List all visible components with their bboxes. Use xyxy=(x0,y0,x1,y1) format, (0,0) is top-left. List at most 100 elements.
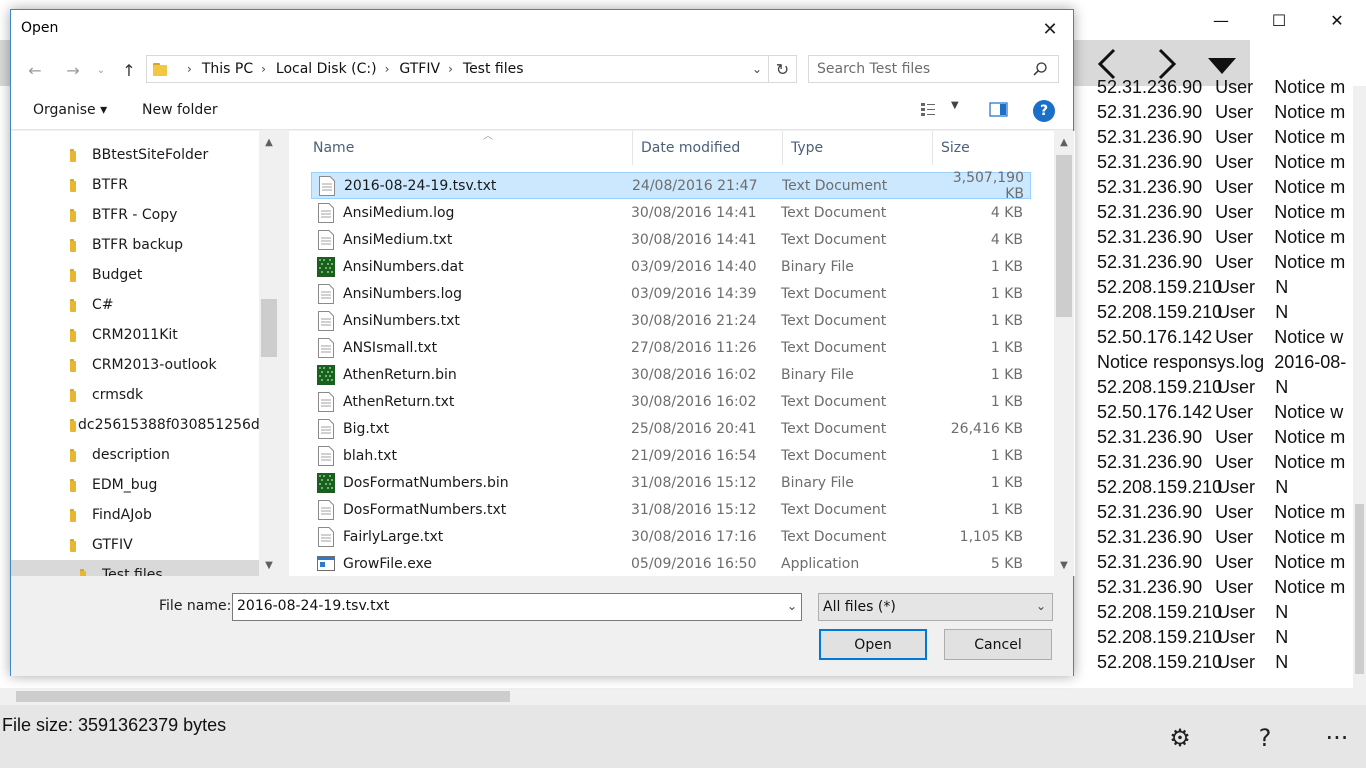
tree-item[interactable]: BTFR backup xyxy=(11,230,261,260)
more-icon[interactable]: ··· xyxy=(1322,723,1352,753)
breadcrumb-separator-icon[interactable]: › xyxy=(448,62,453,76)
chevron-down-icon[interactable]: ⌄ xyxy=(752,62,762,76)
tree-item[interactable]: GTFIV xyxy=(11,530,261,560)
scroll-up-icon[interactable]: ▲ xyxy=(259,133,279,151)
tree-item[interactable]: Test files xyxy=(11,560,261,576)
cancel-button[interactable]: Cancel xyxy=(944,629,1052,660)
close-button[interactable]: ✕ xyxy=(1308,0,1366,40)
address-bar[interactable]: › This PC › Local Disk (C:) › GTFIV › Test file… xyxy=(146,55,797,83)
open-button[interactable]: Open xyxy=(819,629,927,660)
nav-pane-scrollbar[interactable]: ▲ ▼ xyxy=(259,131,279,576)
log-cell: Notice m xyxy=(1274,127,1346,147)
scroll-thumb[interactable] xyxy=(16,691,510,702)
tree-item[interactable]: FindAJob xyxy=(11,500,261,530)
file-size-cell: 1 KB xyxy=(990,258,1023,275)
file-row[interactable]: AnsiMedium.log 30/08/2016 14:41 Text Docum… xyxy=(311,199,1031,226)
refresh-icon[interactable]: ↻ xyxy=(768,56,796,82)
log-line: 52.50.176.142 User Notice w xyxy=(1097,327,1353,352)
scroll-thumb[interactable] xyxy=(261,299,277,357)
new-folder-button[interactable]: New folder xyxy=(142,102,218,118)
close-icon[interactable]: ✕ xyxy=(1027,10,1073,48)
breadcrumb-item[interactable]: Local Disk (C:) xyxy=(276,61,377,77)
log-cell: User xyxy=(1215,152,1254,172)
forward-button[interactable]: → xyxy=(61,58,85,82)
view-dropdown-icon[interactable]: ▼ xyxy=(951,100,959,111)
file-row[interactable]: AnsiNumbers.txt 30/08/2016 21:24 Text Docu… xyxy=(311,307,1031,334)
file-row[interactable]: blah.txt 21/09/2016 16:54 Text Document 1 K… xyxy=(311,442,1031,469)
log-cell: Notice m xyxy=(1274,252,1346,272)
column-header-date[interactable]: Date modified xyxy=(633,131,783,165)
file-list-scrollbar[interactable]: ▲ ▼ xyxy=(1054,131,1074,576)
tree-item[interactable]: BBtestSiteFolder xyxy=(11,140,261,170)
search-icon[interactable] xyxy=(1032,61,1048,77)
log-cell: User xyxy=(1215,252,1254,272)
file-row[interactable]: Big.txt 25/08/2016 20:41 Text Document 26,4… xyxy=(311,415,1031,442)
tree-item[interactable]: Budget xyxy=(11,260,261,290)
scroll-thumb[interactable] xyxy=(1056,155,1072,317)
up-button[interactable]: ↑ xyxy=(117,58,141,82)
chevron-down-icon[interactable]: ⌄ xyxy=(787,599,797,613)
organise-button[interactable]: Organise ▾ xyxy=(33,102,107,118)
chevron-down-icon[interactable]: ⌄ xyxy=(1036,599,1046,613)
breadcrumb-item[interactable]: GTFIV xyxy=(399,61,440,77)
file-row[interactable]: ANSIsmall.txt 27/08/2016 11:26 Text Docume… xyxy=(311,334,1031,361)
tree-item-label: C# xyxy=(92,297,114,313)
app-vertical-scrollbar[interactable] xyxy=(1353,86,1366,690)
file-row[interactable]: AthenReturn.txt 30/08/2016 16:02 Text Docu… xyxy=(311,388,1031,415)
column-header-size[interactable]: Size xyxy=(933,131,1033,165)
maximize-button[interactable]: ☐ xyxy=(1250,0,1308,40)
log-cell: User xyxy=(1215,552,1254,572)
tree-item[interactable]: C# xyxy=(11,290,261,320)
search-box[interactable] xyxy=(808,55,1059,83)
file-row[interactable]: DosFormatNumbers.bin 31/08/2016 15:12 Bina… xyxy=(311,469,1031,496)
tree-item[interactable]: BTFR - Copy xyxy=(11,200,261,230)
breadcrumb-item[interactable]: This PC xyxy=(202,61,253,77)
file-row[interactable]: AnsiMedium.txt 30/08/2016 14:41 Text Docum… xyxy=(311,226,1031,253)
file-row[interactable]: FairlyLarge.txt 30/08/2016 17:16 Text Docu… xyxy=(311,523,1031,550)
file-row[interactable]: AthenReturn.bin 30/08/2016 16:02 Binary Fi… xyxy=(311,361,1031,388)
column-header-type[interactable]: Type xyxy=(783,131,933,165)
file-name-text: ANSIsmall.txt xyxy=(343,339,438,356)
tree-item[interactable]: dc25615388f030851256d0 xyxy=(11,410,261,440)
tree-item[interactable]: crmsdk xyxy=(11,380,261,410)
breadcrumb-separator-icon[interactable]: › xyxy=(385,62,390,76)
log-cell: Notice m xyxy=(1274,552,1346,572)
column-header-name[interactable]: ︿ Name xyxy=(305,131,633,165)
file-name-input[interactable] xyxy=(237,598,767,614)
text-file-icon xyxy=(311,229,343,250)
file-row[interactable]: AnsiNumbers.dat 03/09/2016 14:40 Binary Fi… xyxy=(311,253,1031,280)
file-row[interactable]: DosFormatNumbers.txt 31/08/2016 15:12 Text… xyxy=(311,496,1031,523)
recent-dropdown-icon[interactable]: ⌄ xyxy=(89,58,113,82)
help-icon[interactable]: ? xyxy=(1250,723,1280,753)
gear-icon[interactable]: ⚙ xyxy=(1165,723,1195,753)
app-horizontal-scrollbar[interactable] xyxy=(0,688,1366,705)
tree-item[interactable]: description xyxy=(11,440,261,470)
file-date-cell: 31/08/2016 15:12 xyxy=(631,474,757,491)
scroll-up-icon[interactable]: ▲ xyxy=(1054,133,1074,151)
file-row[interactable]: AnsiNumbers.log 03/09/2016 14:39 Text Docu… xyxy=(311,280,1031,307)
help-icon[interactable]: ? xyxy=(1033,100,1055,122)
preview-pane-icon[interactable] xyxy=(989,102,1009,118)
breadcrumb-separator-icon[interactable]: › xyxy=(187,62,192,76)
scroll-thumb[interactable] xyxy=(1355,504,1364,674)
file-size-cell: 1 KB xyxy=(990,339,1023,356)
folder-icon xyxy=(66,388,80,402)
tree-item[interactable]: CRM2011Kit xyxy=(11,320,261,350)
file-row[interactable]: 2016-08-24-19.tsv.txt 24/08/2016 21:47 Tex… xyxy=(311,170,1031,202)
log-cell: 52.31.236.90 xyxy=(1097,577,1203,597)
minimize-button[interactable]: — xyxy=(1192,0,1250,40)
search-input[interactable] xyxy=(817,61,1027,77)
breadcrumb-item[interactable]: Test files xyxy=(463,61,524,77)
tree-item[interactable]: EDM_bug xyxy=(11,470,261,500)
view-list-icon[interactable] xyxy=(921,102,941,118)
tree-item[interactable]: CRM2013-outlook xyxy=(11,350,261,380)
file-name-text: AthenReturn.bin xyxy=(343,366,457,383)
file-type-filter[interactable]: All files (*) ⌄ xyxy=(818,593,1053,621)
file-name-combo[interactable]: ⌄ xyxy=(232,593,802,621)
back-button[interactable]: ← xyxy=(23,58,47,82)
breadcrumb-separator-icon[interactable]: › xyxy=(261,62,266,76)
file-row[interactable]: GrowFile.exe 05/09/2016 16:50 Application 5… xyxy=(311,550,1031,577)
scroll-down-icon[interactable]: ▼ xyxy=(1054,556,1074,574)
scroll-down-icon[interactable]: ▼ xyxy=(259,556,279,574)
tree-item[interactable]: BTFR xyxy=(11,170,261,200)
